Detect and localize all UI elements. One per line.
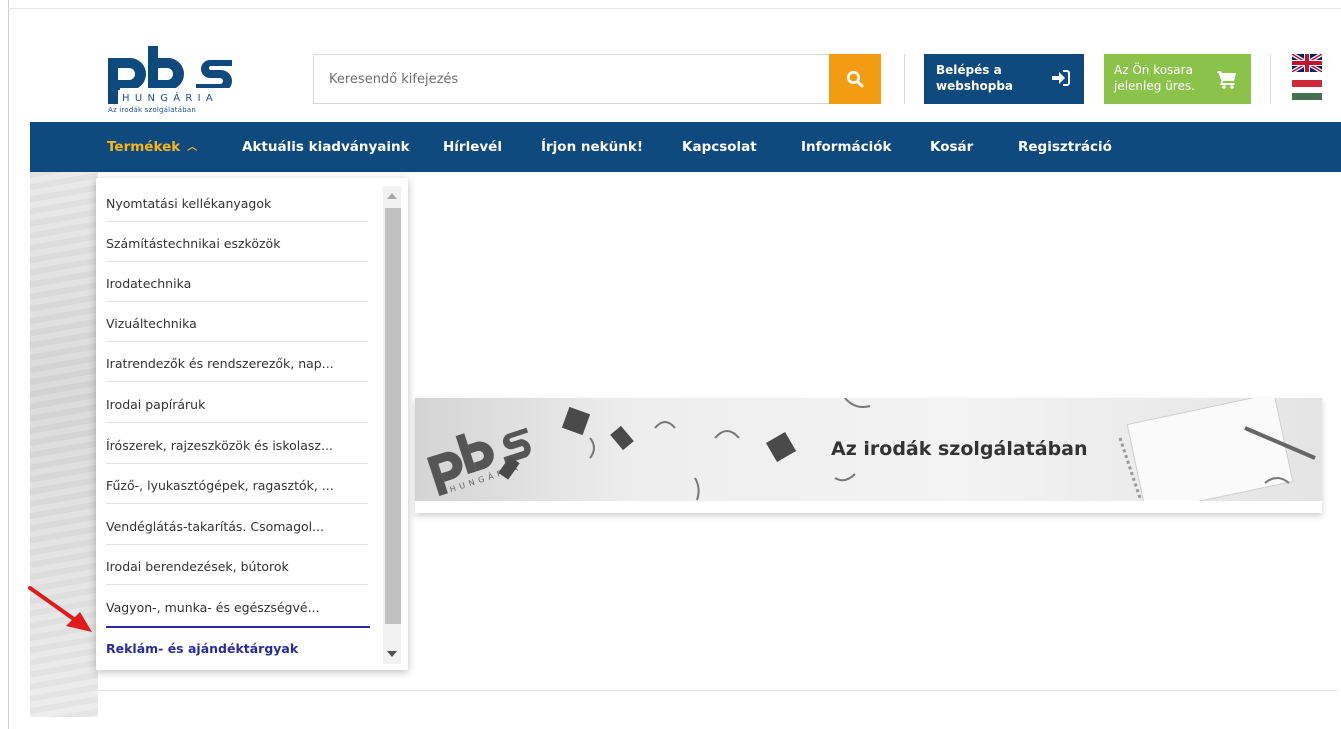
menu-item-iratrendezok[interactable]: Iratrendezők és rendszerezők, nap...	[106, 342, 368, 382]
search-input[interactable]	[314, 55, 829, 103]
uk-flag-icon[interactable]	[1292, 54, 1322, 72]
dropdown-scrollbar-thumb[interactable]	[385, 208, 401, 624]
cart-label-line2: jelenleg üres.	[1114, 79, 1195, 93]
login-label-line2: webshopba	[936, 79, 1014, 93]
header-separator	[904, 54, 905, 104]
menu-item-vendeglatas-takaritas[interactable]: Vendéglátás-takarítás. Csomagol...	[106, 505, 368, 545]
header-separator-2	[1270, 54, 1271, 104]
menu-item-vagyon-munka[interactable]: Vagyon-, munka- és egészségvé...	[106, 586, 368, 626]
menu-item-irodai-papiraruk[interactable]: Irodai papíráruk	[106, 383, 368, 423]
login-button[interactable]: Belépés a webshopba	[924, 54, 1084, 104]
nav-item-informaciok[interactable]: Információk	[801, 122, 892, 172]
nav-item-kapcsolat[interactable]: Kapcsolat	[682, 122, 757, 172]
menu-item-irodatechnika[interactable]: Irodatechnika	[106, 262, 368, 302]
menu-item-reklam-ajandektargyak[interactable]: Reklám- és ajándéktárgyak	[106, 627, 368, 667]
nav-item-label: Termékek	[107, 139, 181, 155]
menu-item-vizualtechnika[interactable]: Vizuáltechnika	[106, 302, 368, 342]
cart-button[interactable]: Az Ön kosara jelenleg üres.	[1104, 54, 1251, 104]
annotation-arrow-icon	[28, 586, 92, 632]
cart-label: Az Ön kosara jelenleg üres.	[1114, 62, 1214, 94]
banner-slogan: Az irodák szolgálatában	[831, 438, 1088, 460]
nav-item-regisztracio[interactable]: Regisztráció	[1018, 122, 1112, 172]
cart-label-line1: Az Ön kosara	[1114, 63, 1193, 77]
products-dropdown-menu: Nyomtatási kellékanyagok Számítástechnik…	[96, 178, 408, 670]
login-label: Belépés a webshopba	[936, 62, 1041, 94]
scroll-up-button[interactable]	[383, 186, 401, 206]
search-icon	[847, 71, 864, 88]
content-divider	[98, 690, 1338, 691]
hungary-flag-icon[interactable]	[1292, 80, 1322, 100]
nav-item-kosar[interactable]: Kosár	[930, 122, 973, 172]
nav-item-hirlevel[interactable]: Hírlevél	[443, 122, 502, 172]
banner-image: HUNGÁRIA Az irodák szolgálatában	[415, 398, 1322, 501]
login-label-line1: Belépés a	[936, 63, 1002, 77]
nav-item-irjon-nekunk[interactable]: Írjon nekünk!	[541, 122, 643, 172]
menu-item-nyomtatasi-kellekanyagok[interactable]: Nyomtatási kellékanyagok	[106, 182, 368, 222]
caret-up-icon	[387, 193, 397, 199]
menu-item-iroszerek[interactable]: Írószerek, rajzeszközök és iskolasz...	[106, 424, 368, 464]
nav-item-termekek[interactable]: Termékek ︿	[107, 122, 197, 172]
window-left-edge	[8, 0, 9, 729]
shopping-cart-icon	[1217, 71, 1236, 89]
menu-item-fuzo-lyukasztogepek[interactable]: Fűző-, lyukasztógépek, ragasztók, ...	[106, 464, 368, 504]
brand-tagline: Az irodák szolgálatában	[108, 106, 196, 114]
menu-item-szamitastechnikai-eszkozok[interactable]: Számítástechnikai eszközök	[106, 222, 368, 262]
main-nav: Termékek ︿ Aktuális kiadványaink Hírlevél…	[30, 122, 1341, 172]
logo-sub-text: HUNGÁRIA	[122, 91, 218, 104]
chevron-up-icon: ︿	[187, 142, 198, 153]
window-top-edge	[8, 8, 1341, 9]
menu-item-irodai-berendezesek[interactable]: Irodai berendezések, bútorok	[106, 545, 368, 585]
sign-in-icon	[1052, 70, 1070, 86]
scroll-down-button[interactable]	[383, 644, 401, 664]
nav-item-aktualis-kiadvanyaink[interactable]: Aktuális kiadványaink	[242, 122, 410, 172]
caret-down-icon	[387, 651, 397, 657]
promo-banner[interactable]: HUNGÁRIA Az irodák szolgálatában	[415, 398, 1322, 513]
search-box	[313, 54, 881, 104]
search-button[interactable]	[829, 54, 881, 104]
